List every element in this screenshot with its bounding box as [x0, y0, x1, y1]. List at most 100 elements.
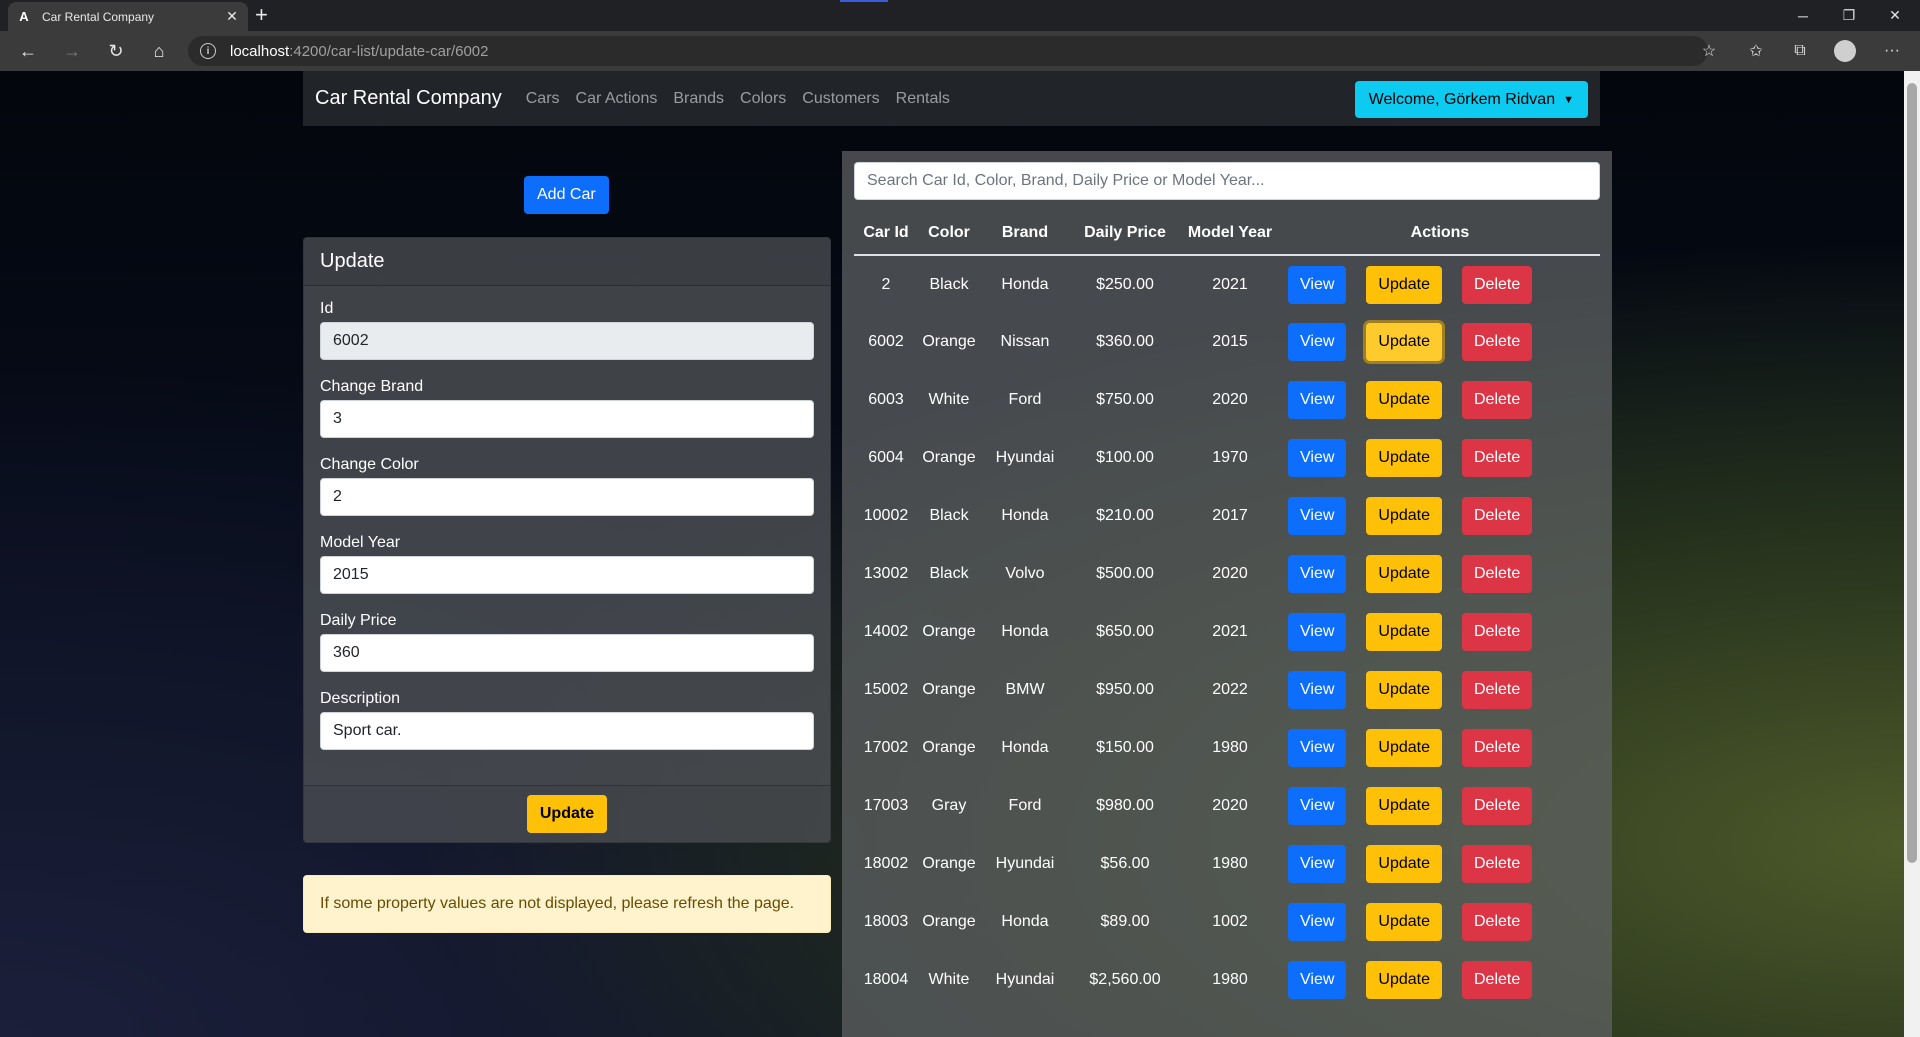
submit-update-button[interactable]: Update: [526, 795, 608, 833]
browser-tab[interactable]: A Car Rental Company ✕: [8, 2, 248, 31]
view-button[interactable]: View: [1288, 845, 1347, 883]
daily-price-input[interactable]: 360: [320, 634, 814, 672]
update-button[interactable]: Update: [1366, 961, 1442, 999]
brand-input[interactable]: 3: [320, 400, 814, 438]
row-actions: View Update Delete: [1280, 323, 1600, 361]
refresh-warning-alert: If some property values are not displaye…: [303, 875, 831, 933]
delete-button[interactable]: Delete: [1461, 671, 1533, 709]
car-id-cell: 18003: [863, 913, 909, 930]
description-input[interactable]: Sport car.: [320, 712, 814, 750]
view-button[interactable]: View: [1288, 787, 1347, 825]
delete-button[interactable]: Delete: [1461, 381, 1533, 419]
table-row: 17003 Gray Ford $980.00 2020 View Update Delete: [854, 777, 1600, 835]
nav-link-brands[interactable]: Brands: [673, 90, 724, 108]
field-color: Change Color 2: [320, 456, 814, 516]
row-actions: View Update Delete: [1280, 265, 1600, 304]
brand-cell: Hyundai: [995, 855, 1055, 872]
delete-button[interactable]: Delete: [1461, 903, 1533, 941]
daily-price-cell: $650.00: [1096, 623, 1154, 640]
update-button[interactable]: Update: [1366, 555, 1442, 593]
brand-cell: Hyundai: [995, 449, 1055, 466]
model-year-input[interactable]: 2015: [320, 556, 814, 594]
update-button[interactable]: Update: [1366, 613, 1442, 651]
add-favorite-icon[interactable]: ☆: [1697, 39, 1721, 63]
back-icon[interactable]: ←: [14, 37, 42, 65]
update-button[interactable]: Update: [1366, 439, 1442, 477]
view-button[interactable]: View: [1288, 381, 1347, 419]
row-actions: View Update Delete: [1280, 555, 1600, 593]
update-button[interactable]: Update: [1366, 265, 1442, 304]
car-id-cell: 18004: [863, 971, 909, 988]
delete-button[interactable]: Delete: [1461, 555, 1533, 593]
update-button[interactable]: Update: [1366, 787, 1442, 825]
favorites-icon[interactable]: ✩: [1744, 39, 1768, 63]
restore-icon[interactable]: ❐: [1826, 0, 1872, 31]
nav-link-colors[interactable]: Colors: [740, 90, 786, 108]
address-bar[interactable]: i localhost:4200/car-list/update-car/600…: [188, 36, 1708, 66]
view-button[interactable]: View: [1288, 555, 1347, 593]
view-button[interactable]: View: [1288, 671, 1347, 709]
user-dropdown-button[interactable]: Welcome, Görkem Ridvan ▼: [1354, 81, 1588, 118]
reload-icon[interactable]: ↻: [102, 37, 130, 65]
row-actions: View Update Delete: [1280, 381, 1600, 419]
delete-button[interactable]: Delete: [1461, 265, 1533, 304]
collections-icon[interactable]: ⧉: [1788, 39, 1812, 63]
scrollbar-thumb[interactable]: [1907, 83, 1917, 863]
add-car-button[interactable]: Add Car: [524, 176, 609, 214]
row-actions: View Update Delete: [1280, 439, 1600, 477]
update-button[interactable]: Update: [1366, 381, 1442, 419]
view-button[interactable]: View: [1288, 961, 1347, 999]
page-scrollbar[interactable]: [1904, 71, 1920, 1037]
url-host: localhost: [230, 42, 290, 60]
car-id-cell: 6004: [868, 449, 904, 466]
delete-button[interactable]: Delete: [1461, 729, 1533, 767]
view-button[interactable]: View: [1288, 497, 1347, 535]
delete-button[interactable]: Delete: [1461, 323, 1533, 361]
nav-link-car-actions[interactable]: Car Actions: [576, 90, 658, 108]
brand-cell: BMW: [1005, 681, 1045, 698]
forward-icon[interactable]: →: [58, 37, 86, 65]
profile-avatar-icon[interactable]: [1833, 39, 1857, 63]
nav-link-cars[interactable]: Cars: [526, 90, 560, 108]
actions-cell: View Update Delete: [1280, 603, 1600, 661]
view-button[interactable]: View: [1288, 439, 1347, 477]
table-row: 10002 Black Honda $210.00 2017 View Update Dele…: [854, 487, 1600, 545]
color-input[interactable]: 2: [320, 478, 814, 516]
field-label: Change Color: [320, 456, 419, 473]
view-button[interactable]: View: [1288, 729, 1347, 767]
delete-button[interactable]: Delete: [1461, 497, 1533, 535]
model-year-cell: 2021: [1212, 275, 1248, 293]
nav-link-rentals[interactable]: Rentals: [896, 90, 950, 108]
search-input[interactable]: Search Car Id, Color, Brand, Daily Price…: [854, 162, 1600, 200]
delete-button[interactable]: Delete: [1461, 961, 1533, 999]
update-button[interactable]: Update: [1366, 671, 1442, 709]
view-button[interactable]: View: [1288, 265, 1347, 304]
table-row: 6004 Orange Hyundai $100.00 1970 View Update De…: [854, 429, 1600, 487]
delete-button[interactable]: Delete: [1461, 845, 1533, 883]
site-info-icon[interactable]: i: [200, 43, 216, 59]
nav-link-customers[interactable]: Customers: [802, 90, 879, 108]
update-button[interactable]: Update: [1366, 903, 1442, 941]
view-button[interactable]: View: [1288, 903, 1347, 941]
update-button[interactable]: Update: [1366, 729, 1442, 767]
model-year-cell: 1980: [1212, 855, 1248, 872]
navbar-brand[interactable]: Car Rental Company: [315, 87, 502, 110]
delete-button[interactable]: Delete: [1461, 439, 1533, 477]
more-menu-icon[interactable]: ···: [1880, 39, 1904, 63]
home-icon[interactable]: ⌂: [145, 37, 173, 65]
view-button[interactable]: View: [1288, 323, 1347, 361]
row-actions: View Update Delete: [1280, 497, 1600, 535]
delete-button[interactable]: Delete: [1461, 787, 1533, 825]
update-button[interactable]: Update: [1366, 323, 1442, 361]
daily-price-cell: $360.00: [1096, 333, 1154, 350]
color-cell: White: [928, 391, 970, 408]
minimize-icon[interactable]: ─: [1780, 0, 1826, 31]
delete-button[interactable]: Delete: [1461, 613, 1533, 651]
view-button[interactable]: View: [1288, 613, 1347, 651]
update-button[interactable]: Update: [1366, 845, 1442, 883]
close-tab-icon[interactable]: ✕: [224, 8, 240, 25]
new-tab-icon[interactable]: +: [255, 3, 268, 27]
field-description: Description Sport car.: [320, 690, 814, 750]
window-close-icon[interactable]: ✕: [1872, 0, 1918, 31]
update-button[interactable]: Update: [1366, 497, 1442, 535]
